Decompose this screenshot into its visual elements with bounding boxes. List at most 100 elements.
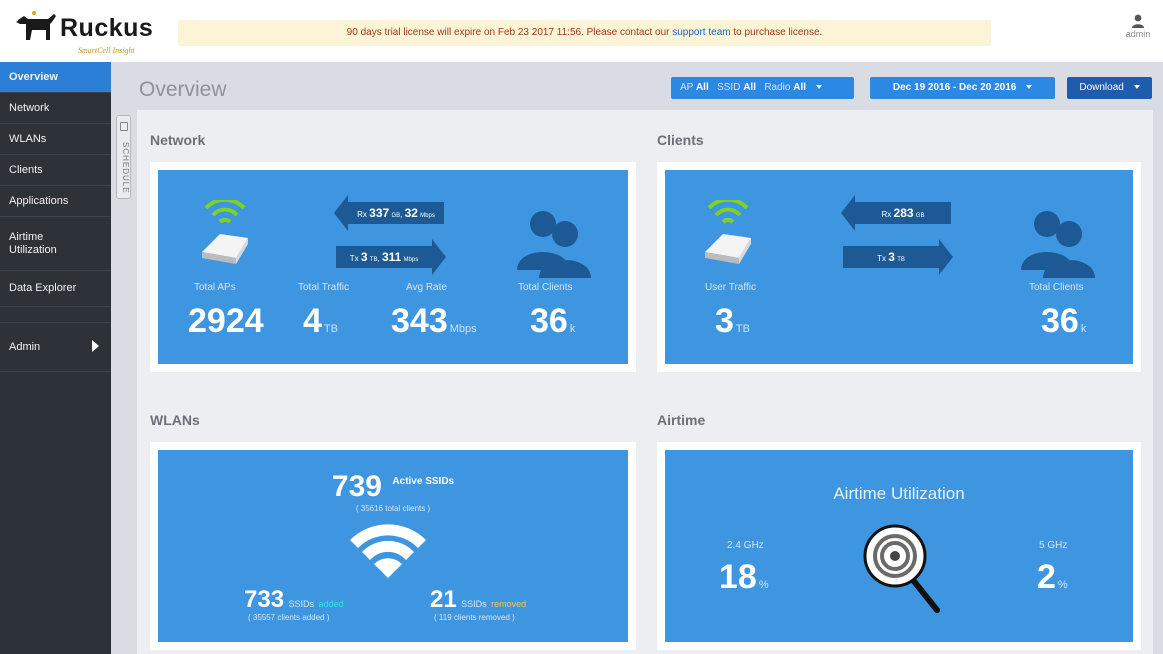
airtime-card[interactable]: Airtime Utilization 2.4 GHz 18% 5 GHz 2% xyxy=(657,442,1141,650)
clients-card[interactable]: Rx 283 GB Tx 3 TB User Traffic Total Cli… xyxy=(657,162,1141,372)
ssids-removed-count: 21 xyxy=(430,586,457,613)
date-range-picker[interactable]: Dec 19 2016 - Dec 20 2016 xyxy=(870,77,1055,99)
support-team-link[interactable]: support team xyxy=(672,27,730,38)
banner-text-end: to purchase license. xyxy=(730,27,823,38)
band-24ghz-label: 2.4 GHz xyxy=(727,540,764,551)
ssids-added-prefix: SSIDs xyxy=(288,599,315,609)
rx-prefix: Rx xyxy=(881,210,892,219)
clients-users-icon xyxy=(1021,211,1095,278)
brand-subtitle: SmartCell Insight xyxy=(78,46,135,55)
magnifier-wifi-icon xyxy=(863,524,940,613)
tx-prefix: Tx xyxy=(877,254,887,263)
total-clients-number: 36 xyxy=(1041,302,1079,340)
ssid-filter-value: All xyxy=(743,82,756,93)
ssids-removed: 21 SSIDs removed xyxy=(430,586,526,614)
banner-text-start: 90 days trial license will expire on Feb… xyxy=(346,27,673,38)
radio-filter-label: Radio xyxy=(764,82,791,93)
avg-rate-label: Avg Rate xyxy=(406,282,447,293)
page-title: Overview xyxy=(139,78,227,101)
total-aps-value: 2924 xyxy=(188,304,264,338)
trial-license-banner: 90 days trial license will expire on Feb… xyxy=(178,20,991,46)
rx-traffic-arrow: Rx 337 GB, 32 Mbps xyxy=(334,195,444,231)
tx-unit-2: Mbps xyxy=(403,257,419,263)
user-traffic-number: 3 xyxy=(715,302,734,340)
access-point-icon xyxy=(202,200,248,264)
wifi-icon xyxy=(350,524,426,578)
clients-removed-note: ( 119 clients removed ) xyxy=(434,613,515,622)
active-ssids-label: Active SSIDs xyxy=(392,476,455,487)
sidebar-item-wlans[interactable]: WLANs xyxy=(0,124,111,155)
total-traffic-number: 4 xyxy=(303,302,322,340)
sidebar-item-data-explorer[interactable]: Data Explorer xyxy=(0,271,111,307)
schedule-label: SCHEDULE xyxy=(121,142,130,194)
sidebar-item-admin[interactable]: Admin xyxy=(0,322,111,372)
user-menu[interactable]: admin xyxy=(1118,14,1158,50)
rx-traffic-arrow: Rx 283 GB xyxy=(841,195,951,231)
band-5ghz-unit: % xyxy=(1057,579,1068,591)
total-clients-label: Total Clients xyxy=(518,282,573,293)
sidebar-item-label: Clients xyxy=(9,163,43,176)
clients-added-note: ( 35557 clients added ) xyxy=(248,613,330,622)
ssid-filter-label: SSID xyxy=(717,82,741,93)
total-clients-note: ( 35616 total clients ) xyxy=(355,504,431,513)
avg-rate-value: 343 Mbps xyxy=(391,304,477,346)
user-icon xyxy=(1132,14,1144,28)
expand-arrow-icon xyxy=(92,340,99,352)
network-panel: Rx 337 GB, 32 Mbps Tx 3 TB, 311 Mbps Tot… xyxy=(158,170,628,364)
airtime-panel: Airtime Utilization 2.4 GHz 18% 5 GHz 2% xyxy=(665,450,1133,642)
total-clients-unit: k xyxy=(1080,323,1087,335)
sidebar-item-applications[interactable]: Applications xyxy=(0,186,111,217)
rx-value: 283 xyxy=(893,206,914,220)
chevron-down-icon xyxy=(1133,85,1140,90)
total-clients-unit: k xyxy=(569,323,576,335)
sidebar-item-label: Applications xyxy=(9,194,69,207)
ap-filter-value: All xyxy=(695,82,709,93)
rx-unit-1: GB xyxy=(391,213,401,219)
schedule-tab[interactable]: SCHEDULE xyxy=(116,115,131,199)
user-name: admin xyxy=(1125,29,1151,39)
wlans-section-title: WLANs xyxy=(150,412,200,428)
dog-logo-icon xyxy=(16,11,56,40)
wlans-card[interactable]: 739 Active SSIDs ( 35616 total clients )… xyxy=(150,442,636,650)
sidebar-item-airtime-utilization[interactable]: Airtime Utilization xyxy=(0,217,111,271)
chevron-down-icon xyxy=(1026,85,1033,90)
tx-value-2: 311 xyxy=(381,250,402,264)
airtime-section-title: Airtime xyxy=(657,412,706,428)
ssids-added-word: added xyxy=(318,599,344,609)
sidebar-item-overview[interactable]: Overview xyxy=(0,62,111,93)
sidebar-item-label: Network xyxy=(9,101,50,114)
clients-panel: Rx 283 GB Tx 3 TB User Traffic Total Cli… xyxy=(665,170,1133,364)
tx-traffic-arrow: Tx 3 TB, 311 Mbps xyxy=(336,239,446,275)
download-label: Download xyxy=(1079,82,1124,93)
ssids-added: 733 SSIDs added xyxy=(244,586,344,614)
tx-traffic-arrow: Tx 3 TB xyxy=(843,239,953,275)
network-card[interactable]: Rx 337 GB, 32 Mbps Tx 3 TB, 311 Mbps Tot… xyxy=(150,162,636,372)
total-clients-label: Total Clients xyxy=(1029,282,1084,293)
radio-filter-value: All xyxy=(793,82,807,93)
sidebar-item-label: Data Explorer xyxy=(9,282,77,294)
band-24ghz-number: 18 xyxy=(719,558,757,596)
sidebar-item-label: Airtime Utilization xyxy=(9,230,57,256)
download-button[interactable]: Download xyxy=(1067,77,1152,99)
ssids-removed-prefix: SSIDs xyxy=(461,599,487,609)
airtime-utilization-heading: Airtime Utilization xyxy=(833,484,965,503)
arrow-right-icon xyxy=(939,239,953,275)
network-section-title: Network xyxy=(150,132,206,148)
sidebar-item-clients[interactable]: Clients xyxy=(0,155,111,186)
ruckus-logo[interactable]: Ruckus SmartCell Insight xyxy=(14,10,164,56)
total-clients-value: 36 k xyxy=(530,304,575,346)
sidebar-item-network[interactable]: Network xyxy=(0,93,111,124)
rx-unit-2: Mbps xyxy=(420,213,435,219)
tx-unit-1: TB xyxy=(369,257,378,263)
ap-ssid-radio-filter[interactable]: AP All SSID All Radio All xyxy=(671,77,854,99)
ssids-removed-word: removed xyxy=(491,599,527,609)
total-traffic-unit: TB xyxy=(323,323,338,335)
avg-rate-number: 343 xyxy=(391,302,448,340)
tx-value-1: 3 xyxy=(360,250,368,264)
avg-rate-unit: Mbps xyxy=(449,323,477,335)
top-header: Ruckus SmartCell Insight 90 days trial l… xyxy=(0,0,1163,62)
active-ssids: 739 Active SSIDs xyxy=(158,470,628,504)
tx-prefix: Tx xyxy=(349,254,359,263)
rx-prefix: Rx xyxy=(357,210,367,219)
calendar-icon xyxy=(120,122,128,131)
